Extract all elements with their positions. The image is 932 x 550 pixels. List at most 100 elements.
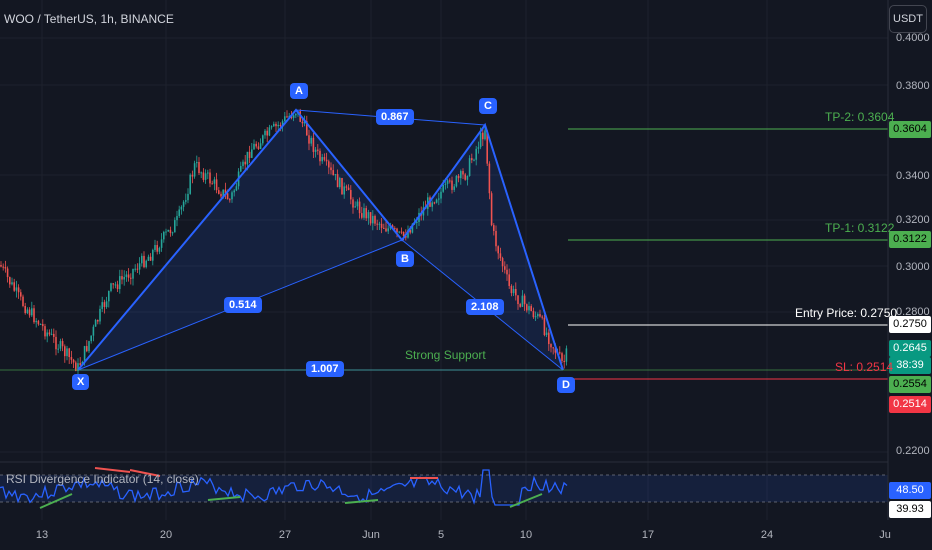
candle-body	[92, 326, 95, 336]
candle-body	[147, 256, 150, 261]
candle-body	[374, 215, 376, 224]
candle-body	[501, 258, 504, 267]
candle-body	[532, 311, 535, 318]
candle-body	[24, 306, 26, 314]
candle-body	[211, 183, 213, 185]
candle-body	[550, 344, 552, 348]
candle-body	[28, 309, 31, 316]
time-tick: Jun	[362, 529, 380, 541]
candle-body	[517, 295, 519, 305]
support-price-tag: 0.2554	[889, 376, 931, 393]
candle-body	[548, 332, 550, 345]
candle-body	[9, 277, 11, 285]
candle-body	[209, 172, 211, 184]
candle-body	[530, 306, 532, 312]
candle-body	[218, 190, 220, 194]
price-tick: 0.3800	[896, 80, 930, 92]
candle-body	[174, 220, 176, 233]
time-tick: 5	[437, 529, 445, 541]
candle-body	[330, 167, 332, 171]
candle-body	[279, 124, 282, 126]
candle-body	[453, 186, 455, 190]
candle-body	[198, 162, 200, 174]
candle-body	[308, 135, 310, 144]
candle-body	[176, 216, 178, 221]
candle-body	[70, 357, 73, 360]
candle-body	[398, 231, 400, 233]
candle-body	[39, 324, 42, 326]
candle-body	[189, 174, 191, 194]
candle-body	[86, 346, 88, 352]
candle-body	[165, 231, 167, 233]
candle-body	[488, 163, 491, 194]
candle-body	[358, 201, 361, 214]
candle-body	[0, 265, 2, 267]
candle-body	[301, 121, 304, 124]
point-x-label: X	[72, 374, 90, 390]
candle-body	[4, 267, 7, 269]
candle-body	[493, 225, 495, 231]
point-c-label: C	[479, 98, 497, 114]
candle-body	[319, 150, 321, 162]
candle-body	[154, 245, 156, 250]
candle-body	[35, 320, 37, 323]
candle-body	[521, 295, 524, 307]
candle-body	[160, 239, 163, 248]
time-tick: 13	[35, 529, 49, 541]
candle-body	[121, 276, 123, 280]
tp2-price-tag: 0.3604	[889, 121, 931, 138]
candle-body	[191, 174, 194, 177]
candle-body	[255, 143, 257, 147]
candle-body	[363, 208, 365, 218]
candle-body	[163, 231, 165, 240]
candle-body	[286, 116, 288, 118]
candle-body	[13, 282, 15, 291]
candle-body	[528, 306, 530, 311]
candle-body	[477, 147, 480, 149]
candle-body	[495, 230, 497, 247]
candle-body	[295, 113, 297, 116]
price-chart[interactable]	[0, 0, 932, 550]
time-tick: 10	[519, 529, 533, 541]
candle-body	[539, 314, 541, 317]
candle-body	[101, 302, 103, 309]
candle-body	[292, 115, 295, 118]
candle-body	[15, 287, 18, 291]
entry-label: Entry Price: 0.2750	[795, 306, 898, 320]
ratio-bd-label: 2.108	[466, 299, 504, 315]
candle-body	[451, 180, 453, 190]
candle-body	[31, 308, 33, 316]
sl-price-tag: 0.2514	[889, 396, 931, 413]
candle-body	[378, 223, 381, 225]
candle-body	[400, 231, 403, 233]
candle-body	[66, 348, 68, 357]
price-tick: 0.3200	[896, 214, 930, 226]
candle-body	[440, 191, 442, 199]
price-tick: 0.4000	[896, 32, 930, 44]
currency-button[interactable]: USDT	[889, 5, 927, 33]
candle-body	[213, 179, 216, 184]
indicator-title: RSI Divergence Indicator (14, close)	[6, 472, 199, 486]
candle-body	[215, 179, 218, 191]
candle-body	[504, 266, 506, 270]
candle-body	[123, 276, 125, 280]
candle-body	[233, 190, 235, 193]
candle-body	[57, 348, 59, 350]
candle-body	[490, 193, 493, 226]
candle-body	[64, 346, 66, 357]
candle-body	[259, 143, 262, 149]
candle-body	[275, 123, 277, 127]
candle-body	[17, 287, 20, 293]
candle-body	[182, 201, 185, 207]
candle-body	[270, 126, 273, 128]
candle-body	[22, 296, 24, 307]
candle-body	[471, 158, 473, 161]
candle-body	[119, 276, 121, 290]
candle-body	[515, 289, 517, 296]
candle-body	[323, 157, 326, 160]
candle-body	[565, 348, 568, 362]
candle-body	[497, 246, 499, 254]
candle-body	[20, 292, 22, 297]
candle-body	[156, 245, 158, 252]
candle-body	[94, 320, 97, 327]
